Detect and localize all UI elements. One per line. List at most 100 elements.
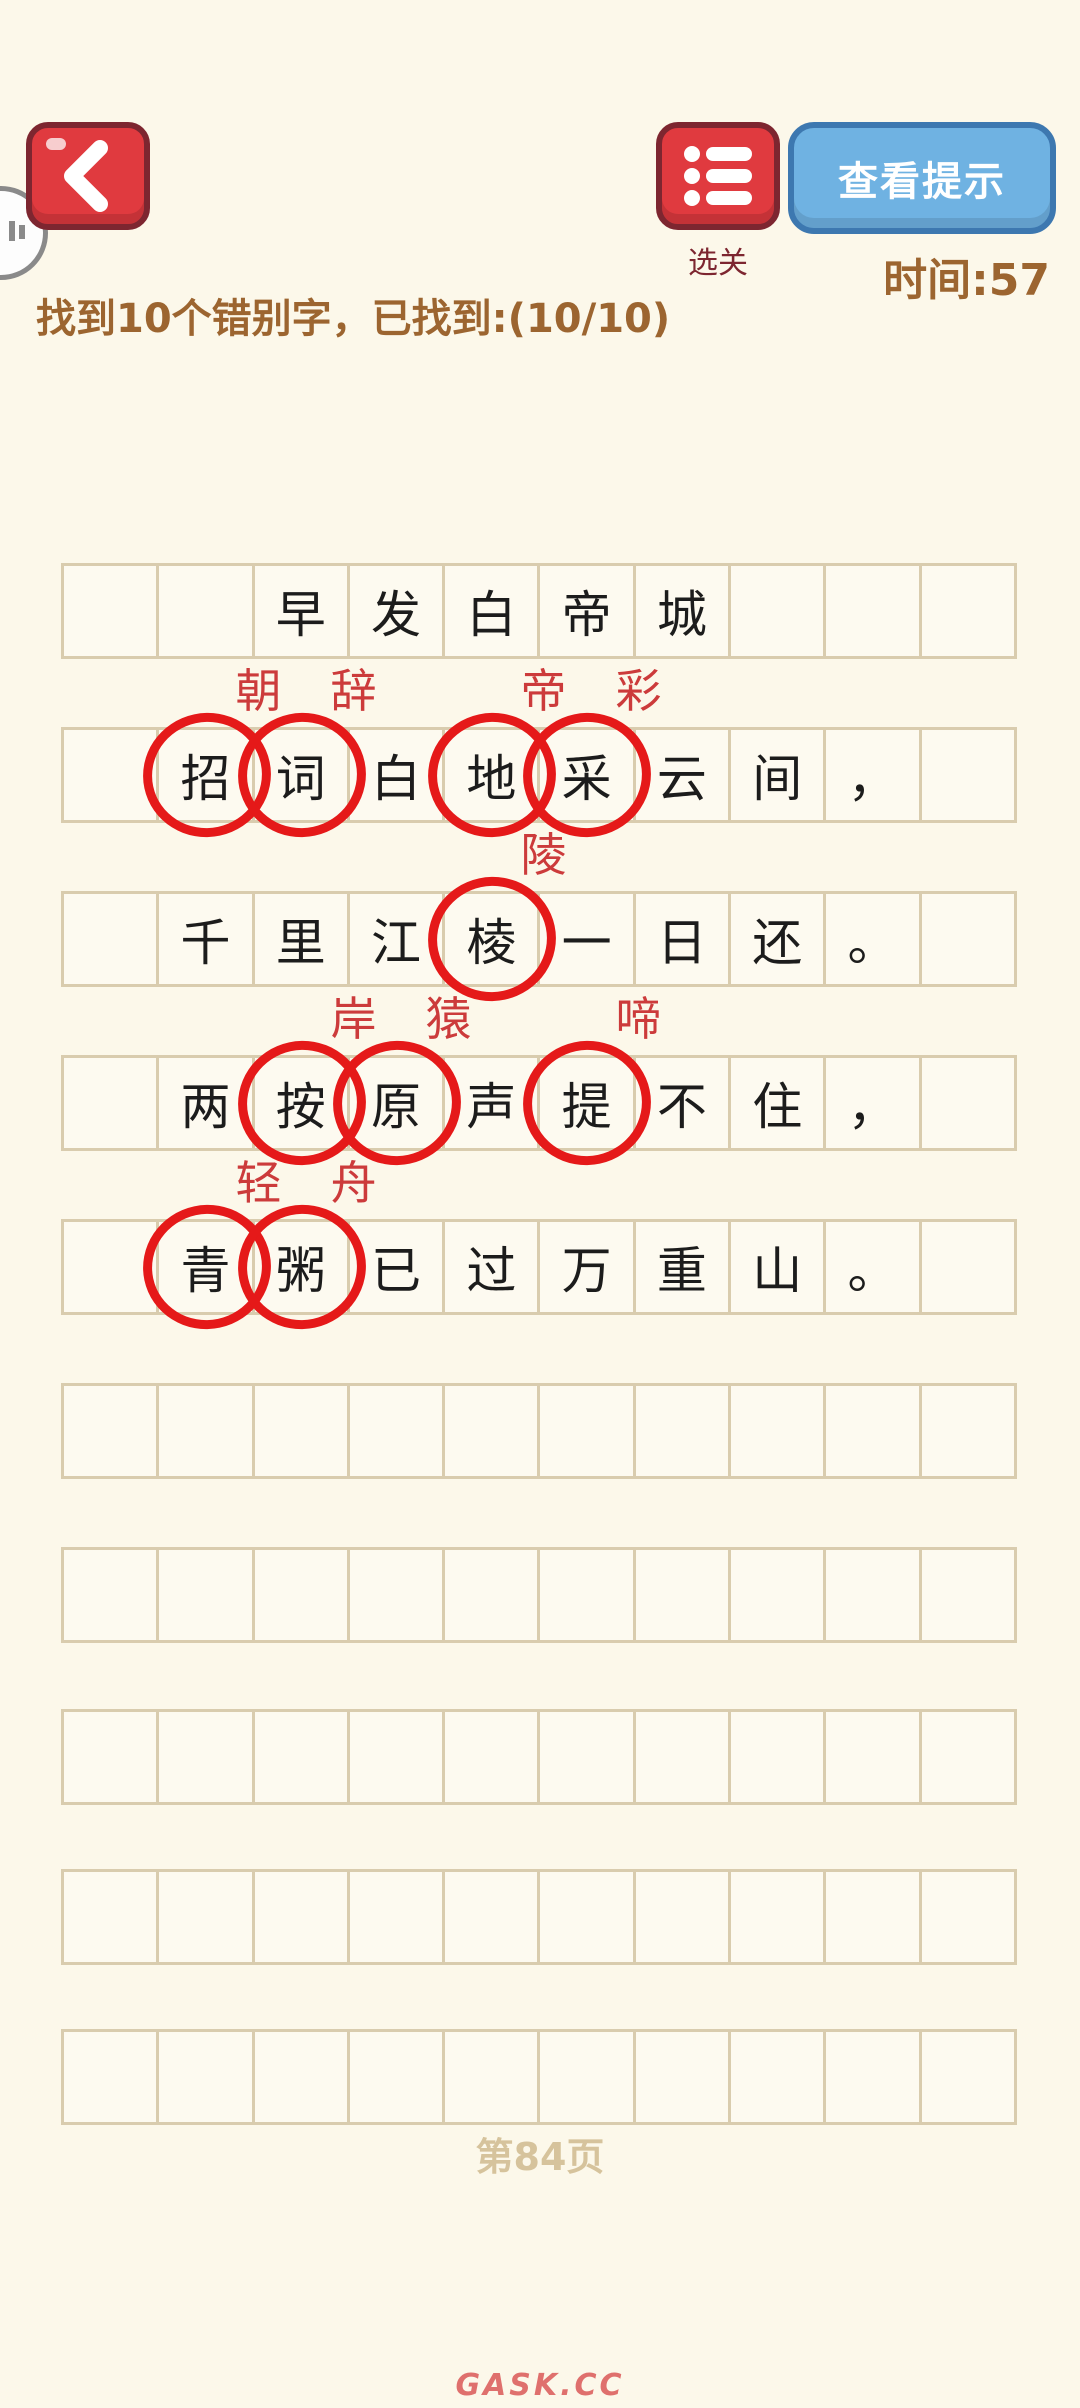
- correction-label: 彩: [615, 664, 662, 718]
- grid-cell[interactable]: [918, 2032, 1014, 2122]
- grid-cell[interactable]: [251, 1712, 347, 1802]
- grid-cell[interactable]: [632, 2032, 728, 2122]
- grid-cell[interactable]: [64, 566, 156, 656]
- grid-cell[interactable]: [346, 1872, 442, 1962]
- grid-cell[interactable]: [537, 1386, 632, 1476]
- grid-cell[interactable]: [632, 1386, 728, 1476]
- grid-cell[interactable]: [537, 1712, 632, 1802]
- grid-cell[interactable]: [537, 1872, 632, 1962]
- grid-cell[interactable]: [918, 1386, 1014, 1476]
- grid-cell[interactable]: 重: [632, 1222, 728, 1312]
- grid-cell[interactable]: 住: [728, 1058, 823, 1148]
- grid-cell[interactable]: [918, 1712, 1014, 1802]
- grid-cell[interactable]: [156, 1550, 251, 1640]
- grid-cell[interactable]: [442, 1872, 537, 1962]
- correction-label: 辞: [330, 664, 377, 718]
- grid-cell[interactable]: [156, 2032, 251, 2122]
- grid-cell[interactable]: 千: [156, 894, 251, 984]
- back-arrow-icon: [64, 140, 108, 212]
- back-button[interactable]: [26, 122, 150, 230]
- found-error-circle: [226, 1193, 377, 1341]
- grid-cell[interactable]: 万: [537, 1222, 632, 1312]
- grid-cell[interactable]: [346, 1712, 442, 1802]
- correction-label: 陵: [520, 828, 567, 882]
- task-progress: 找到10个错别字，已找到:(10/10): [36, 296, 671, 342]
- grid-cell[interactable]: [442, 1550, 537, 1640]
- grid-cell[interactable]: [156, 1712, 251, 1802]
- list-menu-icon: [684, 146, 752, 206]
- grid-cell[interactable]: [728, 1550, 823, 1640]
- grid-row: [61, 1709, 1017, 1805]
- grid-cell[interactable]: [156, 1872, 251, 1962]
- grid-cell[interactable]: [823, 2032, 918, 2122]
- grid-cell[interactable]: [251, 1872, 347, 1962]
- grid-cell[interactable]: [918, 1872, 1014, 1962]
- grid-row: [61, 2029, 1017, 2125]
- grid-cell[interactable]: 过: [442, 1222, 537, 1312]
- level-select-button[interactable]: [656, 122, 780, 230]
- grid-cell[interactable]: 城: [632, 566, 728, 656]
- grid-cell[interactable]: [918, 1222, 1014, 1312]
- grid-cell[interactable]: [823, 1386, 918, 1476]
- grid-cell[interactable]: [823, 1872, 918, 1962]
- correction-label: 轻: [235, 1156, 282, 1210]
- grid-cell[interactable]: [64, 1386, 156, 1476]
- grid-cell[interactable]: [728, 2032, 823, 2122]
- grid-row: 早发白帝城: [61, 563, 1017, 659]
- grid-cell[interactable]: [918, 894, 1014, 984]
- grid-cell[interactable]: [918, 566, 1014, 656]
- correction-label: 猿: [425, 992, 472, 1046]
- grid-cell[interactable]: [823, 566, 918, 656]
- grid-cell[interactable]: [64, 1712, 156, 1802]
- watermark: GASK.CC: [455, 2368, 625, 2403]
- grid-cell[interactable]: [156, 1386, 251, 1476]
- grid-cell[interactable]: [918, 1058, 1014, 1148]
- grid-cell[interactable]: [728, 1712, 823, 1802]
- grid-cell[interactable]: 。: [823, 1222, 918, 1312]
- correction-label: 啼: [615, 992, 662, 1046]
- grid-cell[interactable]: [632, 1712, 728, 1802]
- grid-cell[interactable]: [728, 566, 823, 656]
- grid-cell[interactable]: [251, 1550, 347, 1640]
- grid-row: [61, 1547, 1017, 1643]
- grid-cell[interactable]: [64, 1872, 156, 1962]
- correction-label: 朝: [235, 664, 282, 718]
- correction-label: 舟: [330, 1156, 377, 1210]
- grid-cell[interactable]: [346, 1386, 442, 1476]
- grid-cell[interactable]: [251, 2032, 347, 2122]
- view-hint-button[interactable]: 查看提示: [788, 122, 1056, 234]
- grid-cell[interactable]: [64, 1550, 156, 1640]
- grid-cell[interactable]: [537, 2032, 632, 2122]
- grid-cell[interactable]: [632, 1550, 728, 1640]
- grid-cell[interactable]: [64, 2032, 156, 2122]
- grid-cell[interactable]: [728, 1386, 823, 1476]
- grid-cell[interactable]: 。: [823, 894, 918, 984]
- grid-cell[interactable]: [823, 1712, 918, 1802]
- grid-cell[interactable]: 早: [251, 566, 347, 656]
- grid-cell[interactable]: 山: [728, 1222, 823, 1312]
- grid-cell[interactable]: 帝: [537, 566, 632, 656]
- grid-cell[interactable]: [442, 1712, 537, 1802]
- grid-cell[interactable]: [346, 2032, 442, 2122]
- grid-cell[interactable]: [918, 730, 1014, 820]
- grid-cell[interactable]: [64, 894, 156, 984]
- grid-cell[interactable]: 里: [251, 894, 347, 984]
- grid-cell[interactable]: [823, 1550, 918, 1640]
- grid-cell[interactable]: [251, 1386, 347, 1476]
- grid-cell[interactable]: [442, 1386, 537, 1476]
- grid-cell[interactable]: ，: [823, 730, 918, 820]
- grid-cell[interactable]: 白: [442, 566, 537, 656]
- grid-cell[interactable]: 日: [632, 894, 728, 984]
- grid-cell[interactable]: [346, 1550, 442, 1640]
- grid-cell[interactable]: [728, 1872, 823, 1962]
- grid-cell[interactable]: 间: [728, 730, 823, 820]
- grid-cell[interactable]: ，: [823, 1058, 918, 1148]
- grid-cell[interactable]: [918, 1550, 1014, 1640]
- grid-cell[interactable]: [537, 1550, 632, 1640]
- grid-cell[interactable]: [632, 1872, 728, 1962]
- grid-cell[interactable]: [64, 1058, 156, 1148]
- grid-cell[interactable]: 发: [346, 566, 442, 656]
- grid-cell[interactable]: 还: [728, 894, 823, 984]
- grid-cell[interactable]: [156, 566, 251, 656]
- grid-cell[interactable]: [442, 2032, 537, 2122]
